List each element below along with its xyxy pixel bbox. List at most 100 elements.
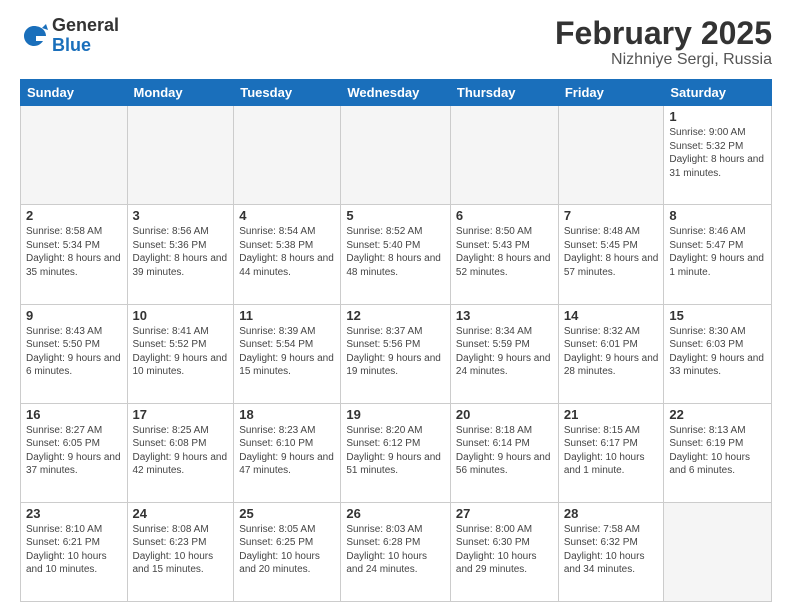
- day-info: Sunrise: 8:05 AM Sunset: 6:25 PM Dayligh…: [239, 523, 335, 577]
- table-row: 3 Sunrise: 8:56 AM Sunset: 5:36 PM Daylig…: [127, 205, 234, 304]
- table-row: 27 Sunrise: 8:00 AM Sunset: 6:30 PM Dayli…: [450, 502, 558, 601]
- day-number: 20: [456, 407, 553, 422]
- day-info: Sunrise: 8:20 AM Sunset: 6:12 PM Dayligh…: [346, 424, 445, 478]
- day-info: Sunrise: 8:13 AM Sunset: 6:19 PM Dayligh…: [669, 424, 766, 478]
- table-row: 20 Sunrise: 8:18 AM Sunset: 6:14 PM Dayli…: [450, 403, 558, 502]
- header-monday: Monday: [127, 80, 234, 106]
- day-number: 18: [239, 407, 335, 422]
- calendar-week-row: 16 Sunrise: 8:27 AM Sunset: 6:05 PM Dayli…: [21, 403, 772, 502]
- header-saturday: Saturday: [664, 80, 772, 106]
- day-number: 16: [26, 407, 122, 422]
- logo-icon: [20, 22, 48, 50]
- logo: General Blue: [20, 16, 119, 56]
- table-row: 22 Sunrise: 8:13 AM Sunset: 6:19 PM Dayli…: [664, 403, 772, 502]
- day-number: 9: [26, 308, 122, 323]
- day-info: Sunrise: 8:48 AM Sunset: 5:45 PM Dayligh…: [564, 225, 659, 279]
- day-info: Sunrise: 8:15 AM Sunset: 6:17 PM Dayligh…: [564, 424, 659, 478]
- table-row: 25 Sunrise: 8:05 AM Sunset: 6:25 PM Dayli…: [234, 502, 341, 601]
- table-row: [450, 106, 558, 205]
- header-wednesday: Wednesday: [341, 80, 451, 106]
- header-sunday: Sunday: [21, 80, 128, 106]
- day-number: 13: [456, 308, 553, 323]
- day-number: 12: [346, 308, 445, 323]
- table-row: 8Sunrise: 8:46 AM Sunset: 5:47 PM Daylig…: [664, 205, 772, 304]
- page: General Blue February 2025 Nizhniye Serg…: [0, 0, 792, 612]
- day-number: 22: [669, 407, 766, 422]
- calendar-week-row: 2 Sunrise: 8:58 AM Sunset: 5:34 PM Daylig…: [21, 205, 772, 304]
- table-row: 24Sunrise: 8:08 AM Sunset: 6:23 PM Dayli…: [127, 502, 234, 601]
- calendar-header-row: Sunday Monday Tuesday Wednesday Thursday…: [21, 80, 772, 106]
- day-info: Sunrise: 7:58 AM Sunset: 6:32 PM Dayligh…: [564, 523, 659, 577]
- day-number: 27: [456, 506, 553, 521]
- day-number: 3: [133, 208, 229, 223]
- header-friday: Friday: [558, 80, 664, 106]
- table-row: [341, 106, 451, 205]
- day-info: Sunrise: 8:41 AM Sunset: 5:52 PM Dayligh…: [133, 325, 229, 379]
- table-row: 13 Sunrise: 8:34 AM Sunset: 5:59 PM Dayli…: [450, 304, 558, 403]
- day-number: 19: [346, 407, 445, 422]
- day-info: Sunrise: 8:50 AM Sunset: 5:43 PM Dayligh…: [456, 225, 553, 279]
- table-row: 19 Sunrise: 8:20 AM Sunset: 6:12 PM Dayli…: [341, 403, 451, 502]
- day-info: Sunrise: 8:30 AM Sunset: 6:03 PM Dayligh…: [669, 325, 766, 379]
- day-info: Sunrise: 8:00 AM Sunset: 6:30 PM Dayligh…: [456, 523, 553, 577]
- day-info: Sunrise: 9:00 AM Sunset: 5:32 PM Dayligh…: [669, 126, 766, 180]
- day-info: Sunrise: 8:58 AM Sunset: 5:34 PM Dayligh…: [26, 225, 122, 279]
- table-row: 2 Sunrise: 8:58 AM Sunset: 5:34 PM Daylig…: [21, 205, 128, 304]
- day-info: Sunrise: 8:54 AM Sunset: 5:38 PM Dayligh…: [239, 225, 335, 279]
- table-row: 16 Sunrise: 8:27 AM Sunset: 6:05 PM Dayli…: [21, 403, 128, 502]
- table-row: 4 Sunrise: 8:54 AM Sunset: 5:38 PM Daylig…: [234, 205, 341, 304]
- day-number: 10: [133, 308, 229, 323]
- calendar-week-row: 23Sunrise: 8:10 AM Sunset: 6:21 PM Dayli…: [21, 502, 772, 601]
- day-info: Sunrise: 8:56 AM Sunset: 5:36 PM Dayligh…: [133, 225, 229, 279]
- day-number: 4: [239, 208, 335, 223]
- day-number: 25: [239, 506, 335, 521]
- calendar-week-row: 9 Sunrise: 8:43 AM Sunset: 5:50 PM Daylig…: [21, 304, 772, 403]
- day-number: 21: [564, 407, 659, 422]
- day-info: Sunrise: 8:39 AM Sunset: 5:54 PM Dayligh…: [239, 325, 335, 379]
- day-info: Sunrise: 8:18 AM Sunset: 6:14 PM Dayligh…: [456, 424, 553, 478]
- header-tuesday: Tuesday: [234, 80, 341, 106]
- day-number: 24: [133, 506, 229, 521]
- day-number: 17: [133, 407, 229, 422]
- logo-blue-text: Blue: [52, 36, 119, 56]
- table-row: 5Sunrise: 8:52 AM Sunset: 5:40 PM Daylig…: [341, 205, 451, 304]
- day-number: 1: [669, 109, 766, 124]
- day-info: Sunrise: 8:32 AM Sunset: 6:01 PM Dayligh…: [564, 325, 659, 379]
- table-row: 21 Sunrise: 8:15 AM Sunset: 6:17 PM Dayli…: [558, 403, 664, 502]
- table-row: 26 Sunrise: 8:03 AM Sunset: 6:28 PM Dayli…: [341, 502, 451, 601]
- logo-text: General Blue: [52, 16, 119, 56]
- day-info: Sunrise: 8:03 AM Sunset: 6:28 PM Dayligh…: [346, 523, 445, 577]
- table-row: 7Sunrise: 8:48 AM Sunset: 5:45 PM Daylig…: [558, 205, 664, 304]
- day-number: 11: [239, 308, 335, 323]
- header: General Blue February 2025 Nizhniye Serg…: [20, 16, 772, 69]
- table-row: [558, 106, 664, 205]
- table-row: 6 Sunrise: 8:50 AM Sunset: 5:43 PM Daylig…: [450, 205, 558, 304]
- day-info: Sunrise: 8:46 AM Sunset: 5:47 PM Dayligh…: [669, 225, 766, 279]
- table-row: 18Sunrise: 8:23 AM Sunset: 6:10 PM Dayli…: [234, 403, 341, 502]
- day-info: Sunrise: 8:10 AM Sunset: 6:21 PM Dayligh…: [26, 523, 122, 577]
- day-info: Sunrise: 8:43 AM Sunset: 5:50 PM Dayligh…: [26, 325, 122, 379]
- day-info: Sunrise: 8:37 AM Sunset: 5:56 PM Dayligh…: [346, 325, 445, 379]
- day-info: Sunrise: 8:25 AM Sunset: 6:08 PM Dayligh…: [133, 424, 229, 478]
- table-row: 10 Sunrise: 8:41 AM Sunset: 5:52 PM Dayli…: [127, 304, 234, 403]
- table-row: 17 Sunrise: 8:25 AM Sunset: 6:08 PM Dayli…: [127, 403, 234, 502]
- day-number: 14: [564, 308, 659, 323]
- day-info: Sunrise: 8:27 AM Sunset: 6:05 PM Dayligh…: [26, 424, 122, 478]
- table-row: [664, 502, 772, 601]
- table-row: 23Sunrise: 8:10 AM Sunset: 6:21 PM Dayli…: [21, 502, 128, 601]
- calendar-table: Sunday Monday Tuesday Wednesday Thursday…: [20, 79, 772, 602]
- table-row: 28 Sunrise: 7:58 AM Sunset: 6:32 PM Dayli…: [558, 502, 664, 601]
- day-number: 28: [564, 506, 659, 521]
- day-number: 6: [456, 208, 553, 223]
- day-number: 15: [669, 308, 766, 323]
- table-row: 15 Sunrise: 8:30 AM Sunset: 6:03 PM Dayli…: [664, 304, 772, 403]
- day-number: 26: [346, 506, 445, 521]
- calendar-week-row: 1 Sunrise: 9:00 AM Sunset: 5:32 PM Daylig…: [21, 106, 772, 205]
- header-thursday: Thursday: [450, 80, 558, 106]
- table-row: 12 Sunrise: 8:37 AM Sunset: 5:56 PM Dayli…: [341, 304, 451, 403]
- table-row: 14 Sunrise: 8:32 AM Sunset: 6:01 PM Dayli…: [558, 304, 664, 403]
- table-row: 9 Sunrise: 8:43 AM Sunset: 5:50 PM Daylig…: [21, 304, 128, 403]
- day-number: 2: [26, 208, 122, 223]
- day-info: Sunrise: 8:34 AM Sunset: 5:59 PM Dayligh…: [456, 325, 553, 379]
- day-number: 5: [346, 208, 445, 223]
